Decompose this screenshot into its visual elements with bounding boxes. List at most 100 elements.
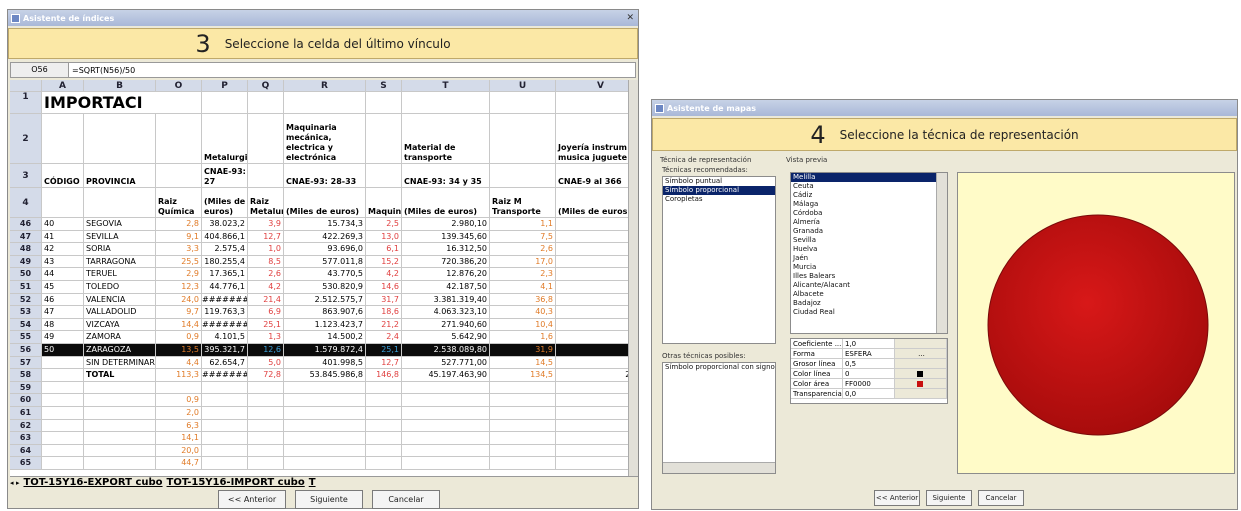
property-row[interactable]: Color área FF0000 — [791, 379, 947, 389]
cell-header[interactable]: Raiz Química — [156, 188, 202, 218]
cell-header[interactable] — [42, 188, 84, 218]
cell[interactable] — [402, 457, 490, 470]
cell-header[interactable] — [156, 114, 202, 164]
cell[interactable] — [490, 381, 556, 395]
cell[interactable]: 2.980,10 — [402, 218, 490, 231]
cell[interactable]: 2.89 — [556, 369, 638, 382]
cell[interactable]: 25,1 — [248, 318, 284, 332]
cell[interactable]: 12,6 — [248, 344, 284, 357]
cell-header[interactable]: CNAE-93: 34 y 35 — [402, 164, 490, 188]
cell[interactable] — [366, 381, 402, 395]
cancel-button[interactable]: Cancelar — [978, 490, 1024, 506]
cell[interactable]: ########## — [202, 369, 248, 382]
cell[interactable]: 42 — [42, 243, 84, 256]
cell[interactable]: 14,6 — [366, 281, 402, 294]
cell-header[interactable]: (Miles de euros) — [284, 188, 366, 218]
cell[interactable]: 49 — [42, 331, 84, 344]
cell[interactable] — [556, 243, 638, 256]
cell-header[interactable]: CNAE-93: 28-33 — [284, 164, 366, 188]
property-row[interactable]: Color línea 0 — [791, 369, 947, 379]
property-row[interactable]: Coeficiente ... 1,0 — [791, 339, 947, 349]
cell[interactable]: 43 — [42, 255, 84, 269]
cell[interactable]: 2,8 — [156, 218, 202, 231]
cell[interactable]: ZARAGOZA — [84, 344, 156, 357]
cell[interactable] — [42, 394, 84, 407]
cell[interactable]: 4,2 — [366, 268, 402, 281]
cell[interactable]: 3,9 — [248, 218, 284, 231]
cell[interactable]: SEGOVIA — [84, 218, 156, 231]
horizontal-scrollbar[interactable] — [663, 462, 775, 473]
cell[interactable] — [84, 381, 156, 395]
cell[interactable] — [202, 394, 248, 407]
cell-empty[interactable] — [402, 92, 490, 114]
cell[interactable]: 72,8 — [248, 369, 284, 382]
cell[interactable]: 36,8 — [490, 293, 556, 307]
cell[interactable]: 21 — [556, 294, 638, 307]
cell-empty[interactable] — [202, 92, 248, 114]
cell[interactable]: 16.312,50 — [402, 243, 490, 256]
cell[interactable]: 62.654,7 — [202, 356, 248, 370]
cell[interactable]: 863.907,6 — [284, 306, 366, 319]
cell[interactable] — [42, 432, 84, 445]
cell[interactable] — [556, 331, 638, 344]
cell[interactable]: 2,0 — [156, 407, 202, 420]
cell-header[interactable] — [490, 164, 556, 188]
cell[interactable] — [556, 420, 638, 433]
tab-import[interactable]: TOT-15Y16-IMPORT cubo — [167, 477, 305, 488]
cell[interactable]: 18,6 — [366, 306, 402, 319]
cell[interactable] — [84, 394, 156, 407]
cell[interactable]: 2,6 — [490, 243, 556, 256]
cell[interactable]: 40,3 — [490, 306, 556, 319]
previous-button[interactable]: << Anterior — [874, 490, 920, 506]
cell[interactable]: 38.023,2 — [202, 218, 248, 231]
cell[interactable] — [490, 457, 556, 470]
cell[interactable] — [366, 419, 402, 433]
cell[interactable] — [202, 419, 248, 433]
cell[interactable]: 271.940,60 — [402, 318, 490, 332]
cell[interactable] — [556, 394, 638, 407]
cell[interactable]: 45 — [42, 281, 84, 294]
tab-nav-icon[interactable]: ◂ ▸ — [10, 479, 19, 487]
cell[interactable]: 146,8 — [366, 369, 402, 382]
cell[interactable]: 9,7 — [156, 306, 202, 319]
cell[interactable]: 25,5 — [156, 255, 202, 269]
tab-export[interactable]: TOT-15Y16-EXPORT cubo — [23, 477, 162, 488]
property-row[interactable]: Transparencia 0,0 — [791, 389, 947, 399]
cell[interactable]: 0,9 — [156, 331, 202, 344]
cell[interactable] — [202, 381, 248, 395]
cell[interactable]: 422.269,3 — [284, 230, 366, 244]
cell[interactable] — [248, 394, 284, 407]
cell-empty[interactable] — [366, 92, 402, 114]
cell-header[interactable]: Maquinaria — [366, 188, 402, 218]
vertical-scrollbar[interactable] — [628, 80, 638, 476]
cell[interactable]: 2,5 — [366, 218, 402, 231]
cell[interactable] — [556, 357, 638, 370]
cell[interactable] — [202, 457, 248, 470]
property-editor[interactable]: ... — [895, 349, 947, 358]
cell[interactable] — [402, 444, 490, 458]
technique-item[interactable]: Símbolo proporcional — [663, 186, 775, 195]
cell[interactable] — [156, 381, 202, 395]
cell[interactable]: 17,0 — [490, 255, 556, 269]
cell[interactable]: TOLEDO — [84, 281, 156, 294]
cell[interactable]: VALENCIA — [84, 293, 156, 307]
cell[interactable] — [42, 444, 84, 458]
cell-header[interactable]: PROVINCIA — [84, 164, 156, 188]
place-item[interactable]: Ceuta — [791, 182, 947, 191]
place-item[interactable]: Ciudad Real — [791, 308, 947, 317]
cell-empty[interactable] — [556, 92, 638, 114]
place-item[interactable]: Córdoba — [791, 209, 947, 218]
cell-empty[interactable] — [156, 92, 202, 114]
cell[interactable] — [284, 457, 366, 470]
cell[interactable] — [84, 432, 156, 445]
cell[interactable]: 53.845.986,8 — [284, 369, 366, 382]
cell[interactable]: 1,0 — [248, 243, 284, 256]
cell[interactable] — [490, 444, 556, 458]
cell[interactable] — [248, 444, 284, 458]
cell-empty[interactable] — [284, 92, 366, 114]
cell[interactable]: 2,4 — [366, 331, 402, 344]
next-button[interactable]: Siguiente — [926, 490, 972, 506]
tab-other[interactable]: T — [309, 477, 316, 488]
cell[interactable]: 5 — [556, 344, 638, 357]
cell-header[interactable]: (Miles de euros) — [402, 188, 490, 218]
